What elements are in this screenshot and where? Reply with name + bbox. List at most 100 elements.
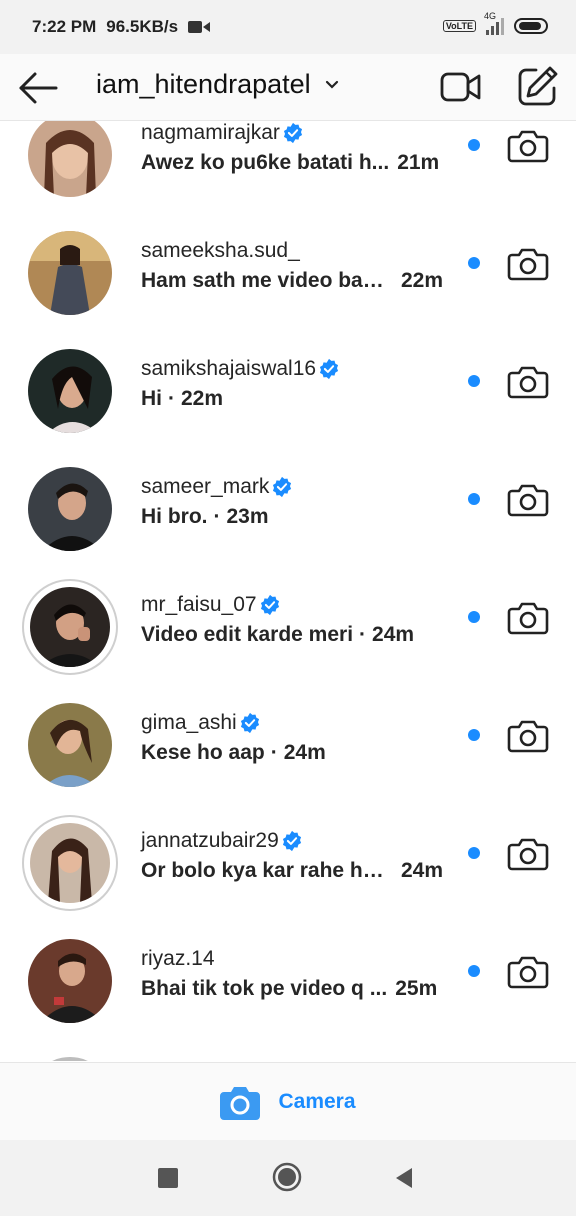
thread-preview: Bhai tik tok pe video q ... 25m — [141, 977, 437, 1001]
signal-group: 4G — [484, 11, 504, 35]
thread-username: samikshajaiswal16 — [141, 357, 340, 381]
thread-preview: Or bolo kya kar rahe ho... 24m — [141, 859, 443, 883]
thread-row[interactable]: riyaz.14 Bhai tik tok pe video q ... 25m — [0, 939, 576, 1057]
camera-icon — [220, 1087, 261, 1120]
thread-username: nagmamirajkar — [141, 121, 304, 145]
camera-icon[interactable] — [506, 595, 550, 639]
back-arrow-icon[interactable] — [16, 66, 60, 110]
status-left: 7:22 PM 96.5KB/s — [32, 17, 211, 37]
message-text: Video edit karde meri — [141, 623, 354, 646]
camera-bar[interactable]: Camera — [0, 1062, 576, 1141]
camera-icon[interactable] — [506, 949, 550, 993]
thread-preview: Awez ko pu6ke batati h... 21m — [141, 151, 439, 175]
status-speed: 96.5KB/s — [106, 17, 179, 36]
message-text: Or bolo kya kar rahe ho... — [141, 859, 393, 882]
thread-row[interactable] — [0, 1057, 576, 1061]
chevron-down-icon — [325, 80, 338, 89]
story-ring — [22, 579, 118, 675]
unread-indicator — [468, 729, 480, 741]
camera-button-label: Camera — [278, 1090, 356, 1113]
status-time: 7:22 PM — [32, 17, 97, 36]
avatar[interactable] — [28, 231, 112, 315]
verified-badge-icon — [240, 712, 259, 734]
verified-badge-icon — [273, 476, 292, 498]
account-switcher[interactable]: iam_hitendrapatel — [96, 69, 339, 100]
thread-list: nagmamirajkar Awez ko pu6ke batati h... … — [0, 121, 576, 1061]
status-bar: 7:22 PM 96.5KB/s VoLTE 4G — [0, 0, 576, 54]
avatar[interactable] — [22, 815, 118, 911]
thread-row[interactable]: jannatzubair29 Or bolo kya kar rahe ho..… — [0, 815, 576, 939]
status-right: VoLTE 4G — [442, 11, 548, 35]
recents-square-icon[interactable] — [158, 1168, 178, 1188]
unread-indicator — [468, 965, 480, 977]
avatar[interactable] — [28, 703, 112, 787]
unread-indicator — [468, 139, 480, 151]
message-text: Hi bro. — [141, 505, 208, 528]
verified-badge-icon — [282, 830, 301, 852]
message-time: 24m — [372, 623, 415, 646]
thread-preview: Ham sath me video ban... 22m — [141, 269, 443, 293]
battery-icon — [514, 18, 548, 34]
message-text: Awez ko pu6ke batati h... — [141, 151, 390, 174]
thread-username: jannatzubair29 — [141, 829, 303, 853]
message-time: 24m — [283, 741, 326, 764]
thread-preview: Kese ho aap · 24m — [141, 741, 326, 765]
avatar[interactable] — [28, 1057, 112, 1061]
thread-username: riyaz.14 — [141, 947, 215, 970]
unread-indicator — [468, 611, 480, 623]
new-message-icon[interactable] — [516, 64, 560, 108]
message-time: 22m — [181, 387, 224, 410]
verified-badge-icon — [283, 122, 302, 144]
story-ring — [22, 815, 118, 911]
network-type: 4G — [484, 11, 497, 21]
page-title: iam_hitendrapatel — [96, 69, 311, 99]
thread-row[interactable]: samikshajaiswal16 Hi · 22m — [0, 349, 576, 467]
header: iam_hitendrapatel — [0, 54, 576, 121]
unread-indicator — [468, 493, 480, 505]
volte-icon: VoLTE — [442, 20, 476, 32]
thread-row[interactable]: sameer_mark Hi bro. · 23m — [0, 467, 576, 585]
verified-badge-icon — [320, 358, 339, 380]
verified-badge-icon — [260, 594, 279, 616]
message-time: 21m — [397, 151, 440, 174]
thread-preview: Hi bro. · 23m — [141, 505, 269, 529]
avatar[interactable] — [28, 467, 112, 551]
thread-preview: Video edit karde meri · 24m — [141, 623, 414, 647]
thread-row[interactable]: gima_ashi Kese ho aap · 24m — [0, 703, 576, 821]
message-time: 23m — [226, 505, 269, 528]
avatar[interactable] — [28, 121, 112, 197]
avatar[interactable] — [28, 349, 112, 433]
separator: · — [168, 387, 175, 410]
message-text: Hi — [141, 387, 162, 410]
screen-record-icon — [188, 21, 211, 33]
separator: · — [359, 623, 367, 646]
message-text: Kese ho aap — [141, 741, 265, 764]
message-text: Ham sath me video ban... — [141, 269, 393, 292]
camera-icon[interactable] — [506, 831, 550, 875]
thread-username: sameer_mark — [141, 475, 293, 499]
thread-username: gima_ashi — [141, 711, 261, 735]
avatar[interactable] — [28, 939, 112, 1023]
avatar[interactable] — [22, 579, 118, 675]
unread-indicator — [468, 257, 480, 269]
unread-indicator — [468, 375, 480, 387]
thread-preview: Hi · 22m — [141, 387, 223, 411]
camera-icon[interactable] — [506, 241, 550, 285]
thread-row[interactable]: nagmamirajkar Awez ko pu6ke batati h... … — [0, 121, 576, 231]
separator: · — [270, 741, 278, 764]
back-triangle-icon[interactable] — [394, 1166, 414, 1190]
unread-indicator — [468, 847, 480, 859]
system-nav-bar — [0, 1140, 576, 1216]
camera-icon[interactable] — [506, 123, 550, 167]
message-text: Bhai tik tok pe video q ... — [141, 977, 388, 1000]
separator: · — [213, 505, 221, 528]
home-circle-icon[interactable] — [272, 1162, 302, 1192]
message-time: 25m — [395, 977, 438, 1000]
camera-icon[interactable] — [506, 477, 550, 521]
thread-row[interactable]: sameeksha.sud_ Ham sath me video ban... … — [0, 231, 576, 349]
video-call-icon[interactable] — [440, 66, 482, 108]
thread-row[interactable]: mr_faisu_07 Video edit karde meri · 24m — [0, 579, 576, 703]
camera-icon[interactable] — [506, 713, 550, 757]
thread-username: sameeksha.sud_ — [141, 239, 300, 262]
camera-icon[interactable] — [506, 359, 550, 403]
